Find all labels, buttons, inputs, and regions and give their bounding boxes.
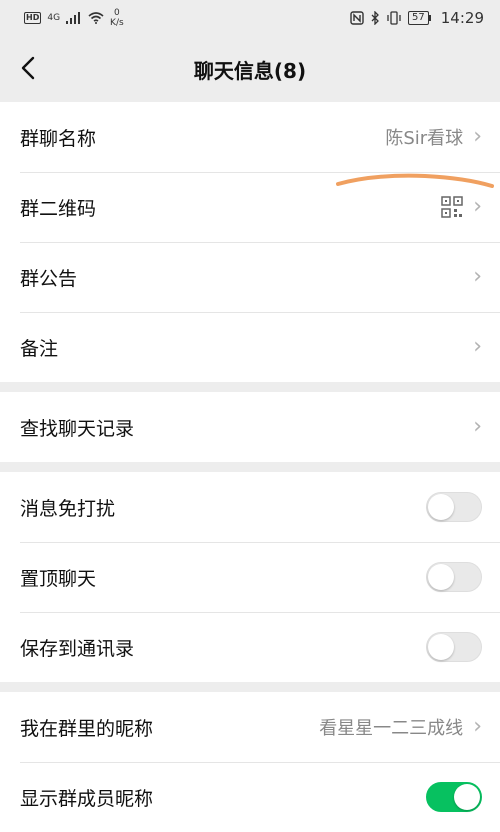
group-name-row[interactable]: 群聊名称 陈Sir看球 › — [0, 102, 500, 172]
page-title: 聊天信息(8) — [193, 58, 307, 83]
signal-icon — [66, 12, 81, 24]
toggle-knob — [428, 564, 454, 590]
bluetooth-icon — [371, 11, 379, 25]
section-gap — [0, 462, 500, 472]
search-section: 查找聊天记录 › — [0, 392, 500, 462]
chevron-right-icon: › — [473, 714, 482, 739]
qr-code-icon — [441, 196, 463, 218]
search-history-right: › — [473, 416, 482, 438]
group-notice-label: 群公告 — [20, 267, 78, 290]
back-button[interactable] — [14, 54, 42, 82]
group-notice-right: › — [473, 266, 482, 288]
toggle-knob — [428, 634, 454, 660]
pin-chat-toggle[interactable] — [426, 562, 482, 592]
speed-unit: K/s — [110, 18, 124, 28]
group-name-value: 陈Sir看球 — [385, 128, 464, 149]
show-nicknames-label: 显示群成员昵称 — [20, 787, 154, 810]
network-type: 4G — [47, 13, 61, 23]
pin-chat-label: 置顶聊天 — [20, 567, 97, 590]
status-right: 57 14:29 — [350, 9, 484, 27]
save-contacts-label: 保存到通讯录 — [20, 637, 135, 660]
network-speed: 0 K/s — [110, 8, 124, 28]
group-name-right: 陈Sir看球 › — [385, 124, 482, 150]
status-time: 14:29 — [440, 9, 484, 27]
chevron-right-icon: › — [473, 414, 482, 439]
nickname-section: 我在群里的昵称 看星星一二三成线 › 显示群成员昵称 — [0, 692, 500, 832]
pin-chat-row: 置顶聊天 — [0, 542, 500, 612]
toggle-knob — [428, 494, 454, 520]
remark-row[interactable]: 备注 › — [0, 312, 500, 382]
hd-badge: HD — [24, 12, 42, 24]
group-notice-row[interactable]: 群公告 › — [0, 242, 500, 312]
save-contacts-toggle[interactable] — [426, 632, 482, 662]
remark-right: › — [473, 336, 482, 358]
chevron-right-icon: › — [473, 194, 482, 219]
chevron-right-icon: › — [473, 334, 482, 359]
nav-bar: 聊天信息(8) — [0, 36, 500, 102]
wifi-icon — [88, 12, 104, 24]
back-arrow-icon — [21, 56, 35, 80]
my-nickname-label: 我在群里的昵称 — [20, 717, 154, 740]
group-name-label: 群聊名称 — [20, 127, 97, 150]
speed-value: 0 — [113, 8, 120, 18]
mute-label: 消息免打扰 — [20, 497, 116, 520]
show-nicknames-toggle[interactable] — [426, 782, 482, 812]
toggle-section: 消息免打扰 置顶聊天 保存到通讯录 — [0, 472, 500, 682]
group-qr-right: › — [441, 196, 482, 218]
chevron-right-icon: › — [473, 124, 482, 149]
group-qr-row[interactable]: 群二维码 › — [0, 172, 500, 242]
status-left: HD 4G 0 K/s — [24, 8, 124, 28]
show-nicknames-row: 显示群成员昵称 — [0, 762, 500, 832]
nfc-icon — [350, 11, 364, 25]
section-gap — [0, 382, 500, 392]
group-qr-label: 群二维码 — [20, 197, 97, 220]
my-nickname-value: 看星星一二三成线 — [319, 718, 464, 739]
search-history-row[interactable]: 查找聊天记录 › — [0, 392, 500, 462]
remark-label: 备注 — [20, 337, 59, 360]
search-history-label: 查找聊天记录 — [20, 417, 135, 440]
vibrate-icon — [387, 11, 401, 25]
my-nickname-row[interactable]: 我在群里的昵称 看星星一二三成线 › — [0, 692, 500, 762]
chevron-right-icon: › — [473, 264, 482, 289]
section-gap — [0, 682, 500, 692]
toggle-knob — [454, 784, 480, 810]
status-bar: HD 4G 0 K/s 57 14:29 — [0, 0, 500, 36]
my-nickname-right: 看星星一二三成线 › — [319, 714, 482, 740]
mute-toggle[interactable] — [426, 492, 482, 522]
mute-row: 消息免打扰 — [0, 472, 500, 542]
group-info-section: 群聊名称 陈Sir看球 › 群二维码 › 群公告 › 备注 › — [0, 102, 500, 382]
battery-icon: 57 — [408, 11, 431, 25]
save-contacts-row: 保存到通讯录 — [0, 612, 500, 682]
